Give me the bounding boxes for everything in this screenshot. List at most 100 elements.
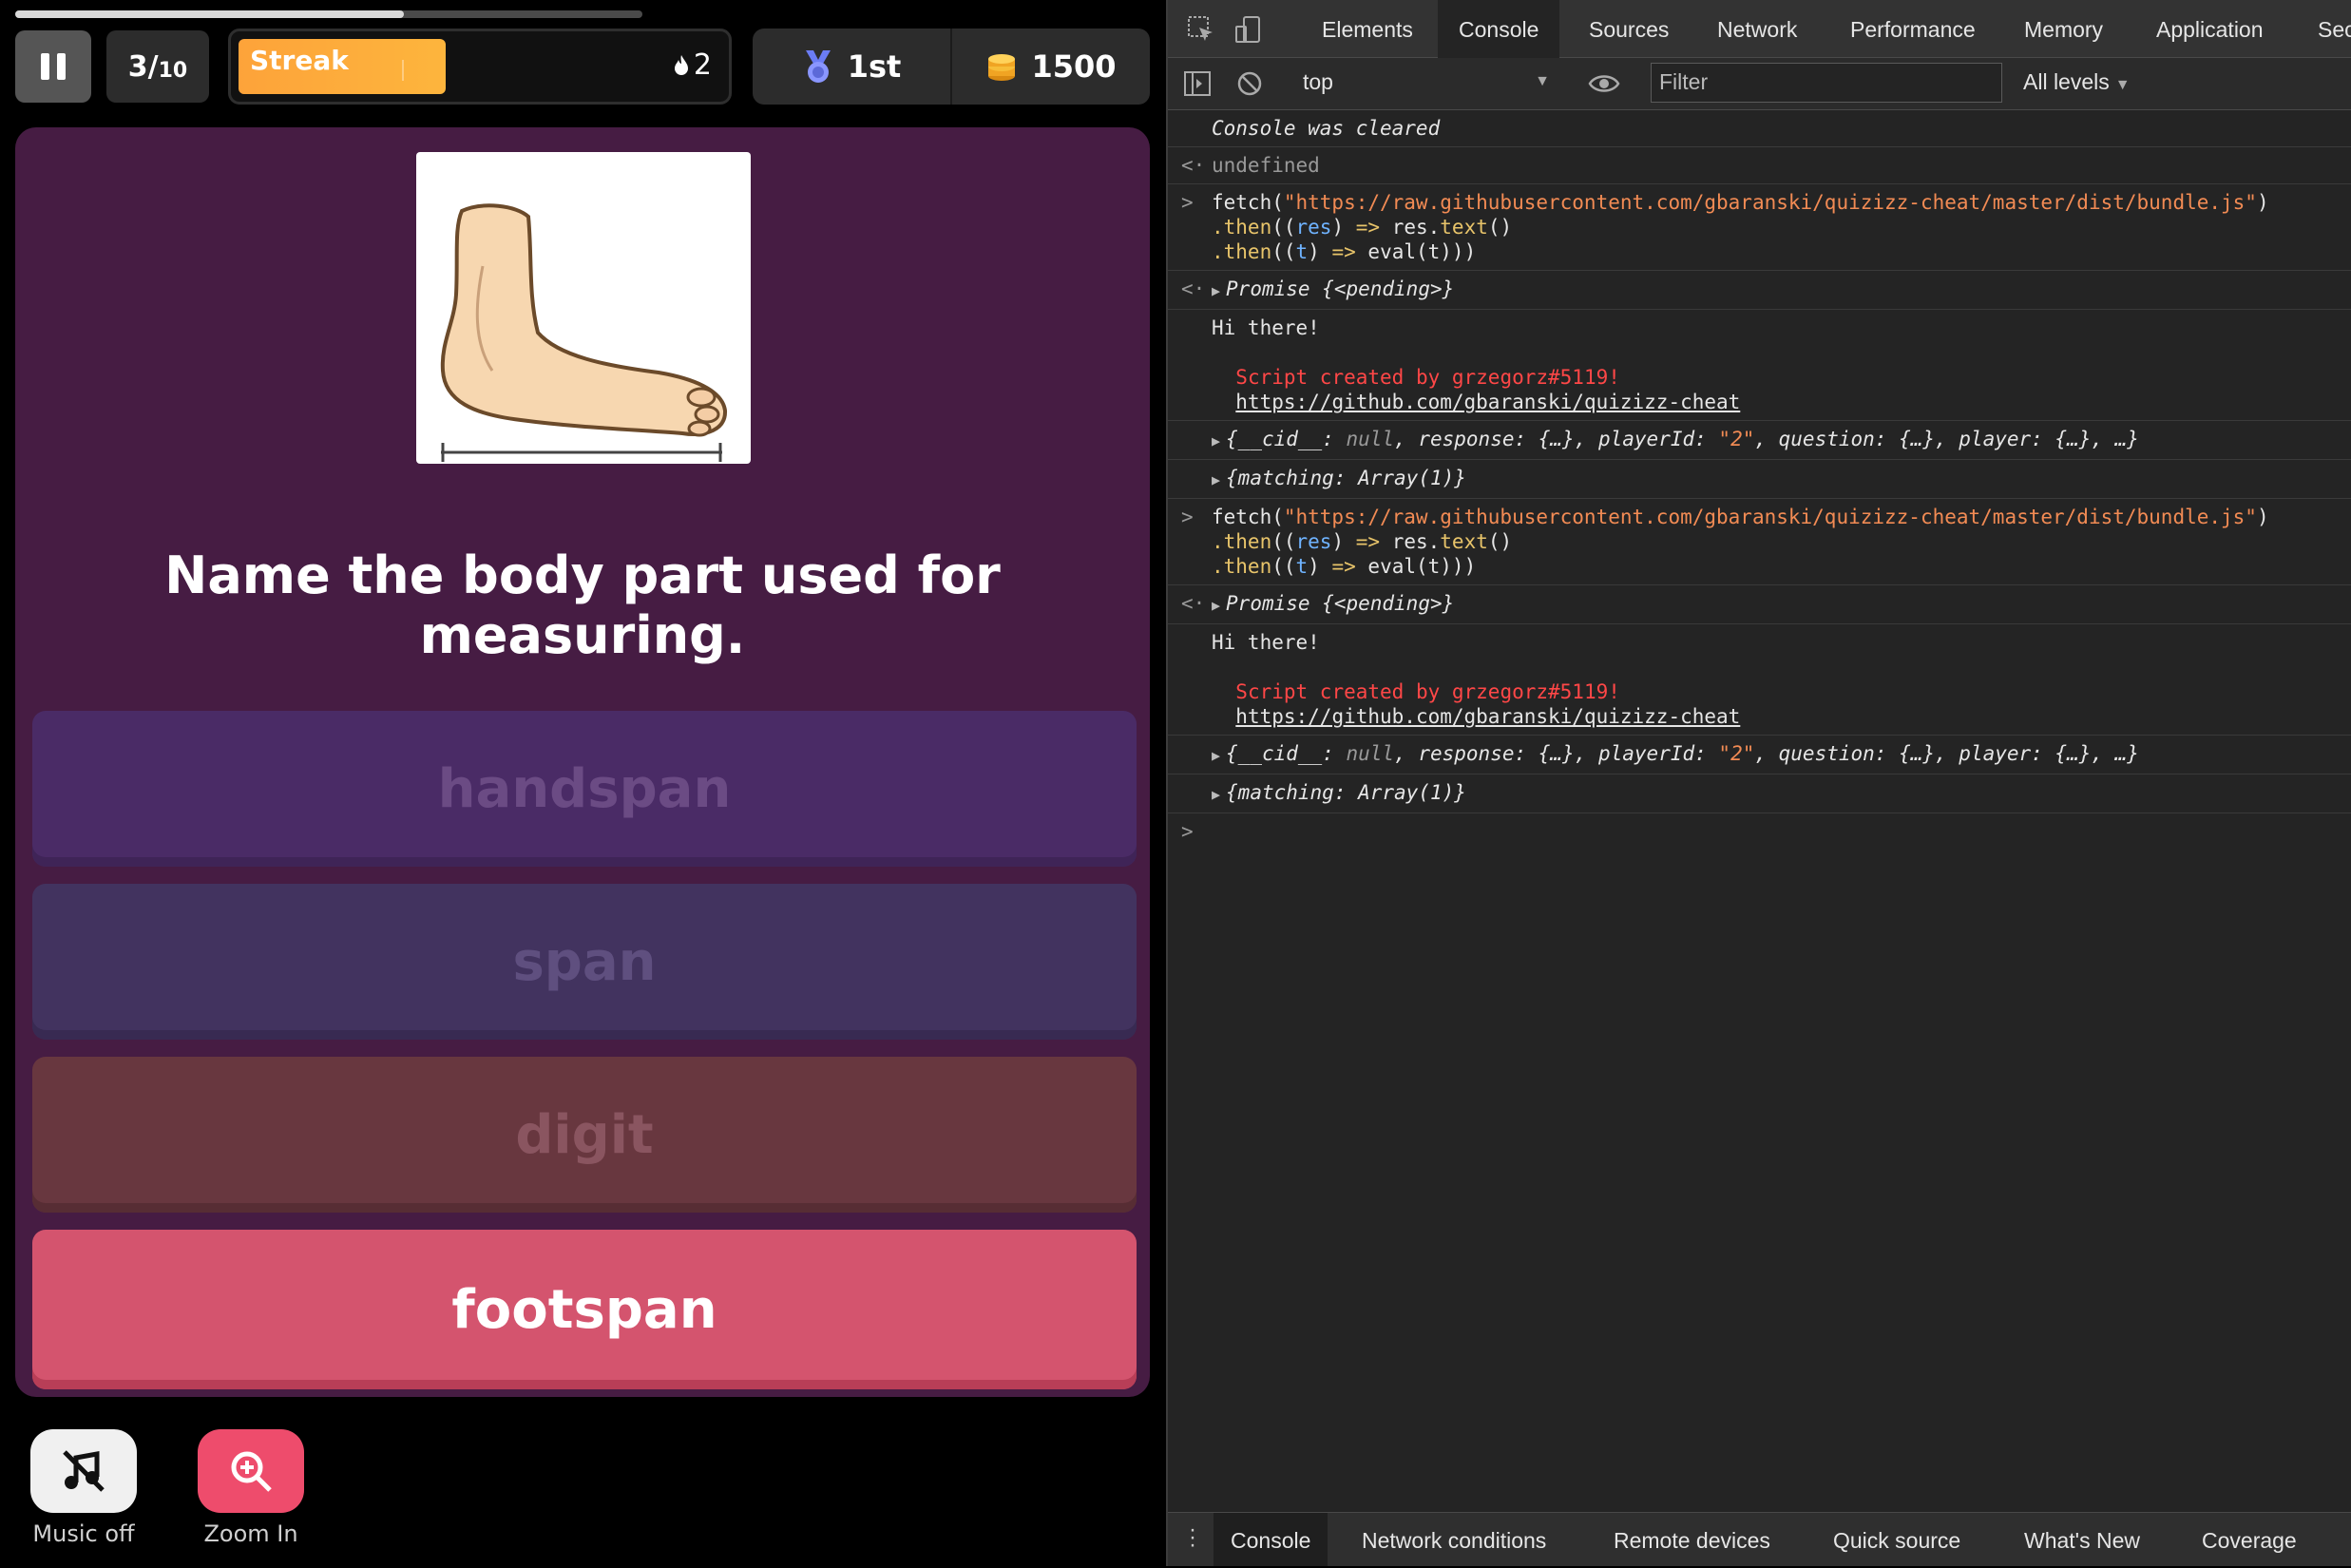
hi-text: Hi there! — [1212, 631, 1320, 654]
show-sidebar-icon[interactable] — [1183, 70, 1212, 97]
hi-text: Hi there! — [1212, 316, 1320, 339]
score-box: 1st 1500 — [753, 29, 1150, 105]
drawer-tab-console[interactable]: Console — [1214, 1513, 1328, 1566]
drawer-tab-remote-devices[interactable]: Remote devices — [1614, 1513, 1770, 1566]
question-counter-slash: / — [147, 49, 159, 84]
context-value: top — [1303, 69, 1333, 94]
promise-text: Promise {<pending>} — [1226, 592, 1455, 615]
streak-bar: Streak 2 — [228, 29, 732, 105]
then-fn: .then — [1212, 216, 1272, 239]
console-object-row: ▶ {__cid__: null, response: {…}, playerId… — [1168, 736, 2351, 774]
input-chevron-icon: > — [1181, 506, 1194, 528]
rank-value: 1st — [847, 48, 902, 85]
console-row: <· ▶ Promise {<pending>} — [1168, 585, 2351, 624]
flame-icon — [674, 54, 688, 75]
log-levels-dropdown[interactable]: All levels ▼ — [2023, 69, 2131, 95]
context-selector[interactable]: top ▼ — [1303, 69, 1550, 95]
matching-text: {matching: Array(1)} — [1226, 467, 1466, 489]
obj-mid: , response: {…}, playerId: — [1394, 428, 1719, 450]
quiz-panel: 3/10 Streak 2 1st 1500 Name the body par… — [0, 0, 1166, 1566]
expand-triangle-icon[interactable]: ▶ — [1212, 432, 1220, 449]
console-row: Console was cleared — [1168, 110, 2351, 147]
tab-network[interactable]: Network — [1717, 0, 1797, 57]
question-card: Name the body part used for measuring. h… — [15, 127, 1150, 1397]
zoom-in-button[interactable] — [198, 1429, 304, 1513]
music-off-icon — [63, 1450, 105, 1492]
pause-icon-bar — [57, 53, 66, 80]
drawer-tab-whats-new[interactable]: What's New — [2024, 1513, 2140, 1566]
obj-end: , question: {…}, player: {…}, …} — [1754, 742, 2139, 765]
console-prompt-row[interactable]: > — [1168, 813, 2351, 850]
created-by-text: Script created by grzegorz#5119! — [1235, 680, 1620, 703]
fetch-close: ) — [2256, 191, 2269, 214]
undefined-text: undefined — [1212, 154, 1320, 177]
console-output: Console was cleared <· undefined > fetch("… — [1168, 110, 2351, 850]
answer-option-3[interactable]: digit — [32, 1057, 1137, 1213]
answer-option-1[interactable]: handspan — [32, 711, 1137, 867]
question-text: Name the body part used for measuring. — [164, 545, 1001, 665]
chevron-down-icon: ▼ — [2114, 77, 2131, 93]
expand-triangle-icon[interactable]: ▶ — [1212, 786, 1220, 803]
github-link[interactable]: https://github.com/gbaranski/quizizz-che… — [1235, 391, 1740, 413]
obj-null: null — [1346, 742, 1395, 765]
tab-elements[interactable]: Elements — [1322, 0, 1413, 57]
fetch-close: ) — [2256, 506, 2269, 528]
pause-button[interactable] — [15, 30, 91, 103]
tab-performance[interactable]: Performance — [1850, 0, 1976, 57]
then-fn: .then — [1212, 530, 1272, 553]
then-fn: .then — [1212, 240, 1272, 263]
github-link[interactable]: https://github.com/gbaranski/quizizz-che… — [1235, 705, 1740, 728]
foot-illustration — [440, 203, 728, 462]
zoom-in-icon — [231, 1451, 272, 1492]
music-toggle-button[interactable] — [30, 1429, 137, 1513]
res-dot: res. — [1391, 530, 1441, 553]
fetch-fn: fetch( — [1212, 506, 1284, 528]
more-options-icon[interactable]: · · · — [1189, 1519, 1196, 1557]
expand-triangle-icon[interactable]: ▶ — [1212, 747, 1220, 764]
console-cleared-text: Console was cleared — [1212, 117, 1441, 140]
obj-cid: {__cid__: — [1226, 742, 1347, 765]
tab-security[interactable]: Sec — [2318, 0, 2351, 57]
coins-cell: 1500 — [950, 29, 1150, 105]
text-fn: text — [1440, 216, 1488, 239]
obj-null: null — [1346, 428, 1395, 450]
console-log-row: Hi there! Script created by grzegorz#511… — [1168, 624, 2351, 736]
res-dot: res. — [1391, 216, 1441, 239]
question-total: 10 — [158, 58, 188, 83]
music-label: Music off — [32, 1520, 135, 1547]
console-input-row[interactable]: > fetch("https://raw.githubusercontent.co… — [1168, 184, 2351, 271]
answer-option-4-correct[interactable]: footspan — [32, 1230, 1137, 1389]
console-input-row[interactable]: > fetch("https://raw.githubusercontent.co… — [1168, 499, 2351, 585]
streak-count-value: 2 — [693, 48, 712, 82]
expand-triangle-icon[interactable]: ▶ — [1212, 471, 1220, 488]
tab-console[interactable]: Console — [1438, 0, 1560, 60]
device-toolbar-icon[interactable] — [1234, 15, 1263, 44]
answer-option-2[interactable]: span — [32, 884, 1137, 1040]
tab-memory[interactable]: Memory — [2024, 0, 2103, 57]
console-object-row: ▶ {matching: Array(1)} — [1168, 460, 2351, 499]
pause-icon — [41, 53, 49, 80]
clear-console-icon[interactable] — [1236, 70, 1263, 97]
drawer-tab-quick-source[interactable]: Quick source — [1833, 1513, 1960, 1566]
matching-text: {matching: Array(1)} — [1226, 781, 1466, 804]
return-arrow-icon: <· — [1181, 592, 1206, 615]
devtools-tab-bar: Elements Console Sources Network Perform… — [1168, 0, 2351, 60]
tab-sources[interactable]: Sources — [1589, 0, 1669, 57]
streak-label: Streak — [250, 45, 349, 76]
expand-triangle-icon[interactable]: ▶ — [1212, 597, 1220, 614]
inspect-element-icon[interactable] — [1187, 15, 1215, 44]
medal-icon — [805, 50, 831, 83]
drawer-tab-network-conditions[interactable]: Network conditions — [1362, 1513, 1546, 1566]
drawer-tab-coverage[interactable]: Coverage — [2202, 1513, 2297, 1566]
question-current: 3 — [127, 49, 148, 84]
tab-application[interactable]: Application — [2156, 0, 2264, 57]
fetch-url: "https://raw.githubusercontent.com/gbara… — [1283, 506, 2257, 528]
zoom-label: Zoom In — [203, 1520, 298, 1547]
expand-triangle-icon[interactable]: ▶ — [1212, 282, 1220, 299]
console-object-row: ▶ {matching: Array(1)} — [1168, 774, 2351, 813]
question-counter: 3/10 — [106, 30, 209, 103]
prompt-chevron-icon: > — [1181, 820, 1194, 843]
live-expression-eye-icon[interactable] — [1588, 71, 1620, 96]
console-filter-input[interactable]: Filter — [1651, 63, 2002, 103]
dropdown-arrow-icon: ▼ — [1535, 73, 1550, 89]
